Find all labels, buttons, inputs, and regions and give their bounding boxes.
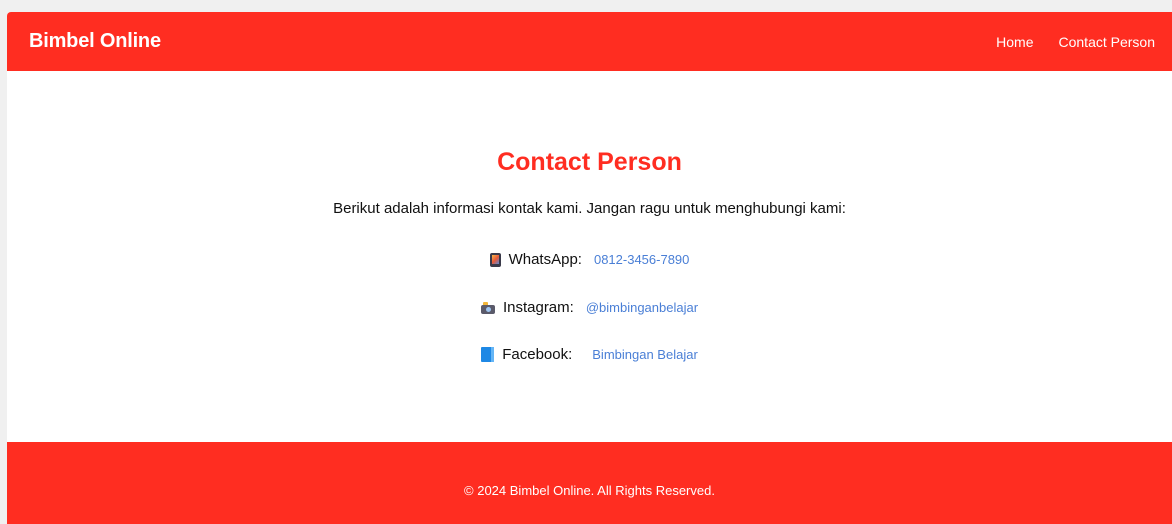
contact-row-facebook: Facebook: Bimbingan Belajar [7, 346, 1172, 363]
phone-icon [489, 252, 501, 267]
brand-logo[interactable]: Bimbel Online [29, 30, 161, 53]
footer-copyright: © 2024 Bimbel Online. All Rights Reserve… [464, 482, 715, 498]
contact-label-instagram: Instagram: [502, 299, 574, 316]
nav-link-home[interactable]: Home [996, 34, 1033, 50]
intro-text: Berikut adalah informasi kontak kami. Ja… [333, 200, 846, 217]
main-content: Contact Person Berikut adalah informasi … [7, 71, 1172, 442]
page-title: Contact Person [497, 148, 682, 176]
page-frame: Bimbel Online Home Contact Person Contac… [7, 12, 1172, 524]
contact-label-facebook: Facebook: [502, 346, 573, 363]
whatsapp-link[interactable]: 0812-3456-7890 [594, 252, 689, 267]
instagram-link[interactable]: @bimbinganbelajar [586, 300, 698, 315]
footer: © 2024 Bimbel Online. All Rights Reserve… [7, 442, 1172, 524]
facebook-link[interactable]: Bimbingan Belajar [592, 347, 698, 362]
contact-row-whatsapp: WhatsApp: 0812-3456-7890 [7, 251, 1172, 268]
navbar: Bimbel Online Home Contact Person [7, 12, 1172, 71]
nav-link-contact-person[interactable]: Contact Person [1059, 34, 1156, 50]
contact-row-instagram: Instagram: @bimbinganbelajar [7, 299, 1172, 316]
nav-links: Home Contact Person [971, 34, 1155, 50]
book-icon [481, 347, 495, 362]
contact-label-whatsapp: WhatsApp: [508, 251, 582, 268]
camera-icon [480, 302, 495, 314]
